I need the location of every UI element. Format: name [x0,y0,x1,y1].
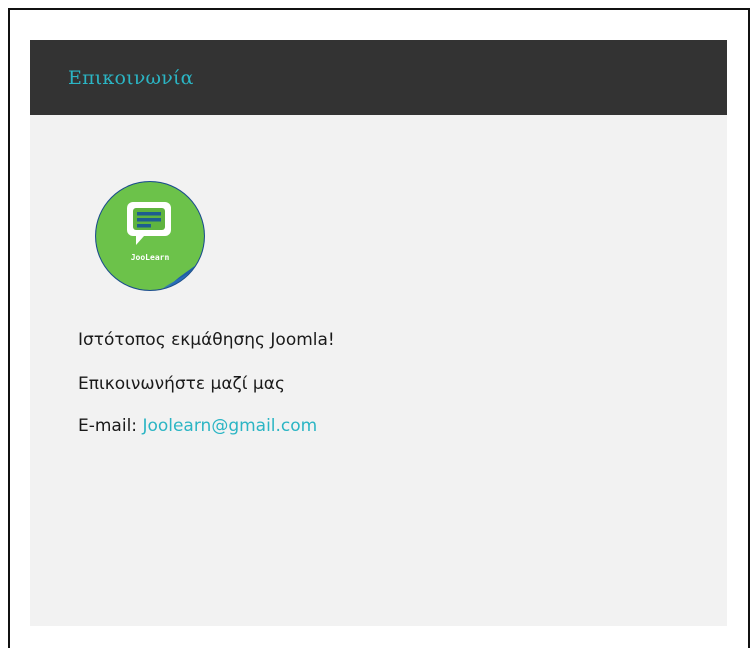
page-frame: Επικοινωνία JooLearn Ιστότοπος εκμάθησης… [8,8,750,648]
joolearn-logo: JooLearn [92,178,208,294]
contact-module: Επικοινωνία JooLearn Ιστότοπος εκμάθησης… [30,40,727,626]
module-title: Επικοινωνία [68,66,194,89]
email-row: E-mail: Joolearn@gmail.com [78,416,317,436]
logo-text: JooLearn [131,253,170,262]
email-label: E-mail: [78,416,143,436]
contact-prompt: Επικοινωνήστε μαζί μας [78,374,285,394]
module-header: Επικοινωνία [30,40,727,115]
site-description: Ιστότοπος εκμάθησης Joomla! [78,330,335,350]
logo-graphic: JooLearn [95,181,205,291]
email-link[interactable]: Joolearn@gmail.com [142,416,317,436]
